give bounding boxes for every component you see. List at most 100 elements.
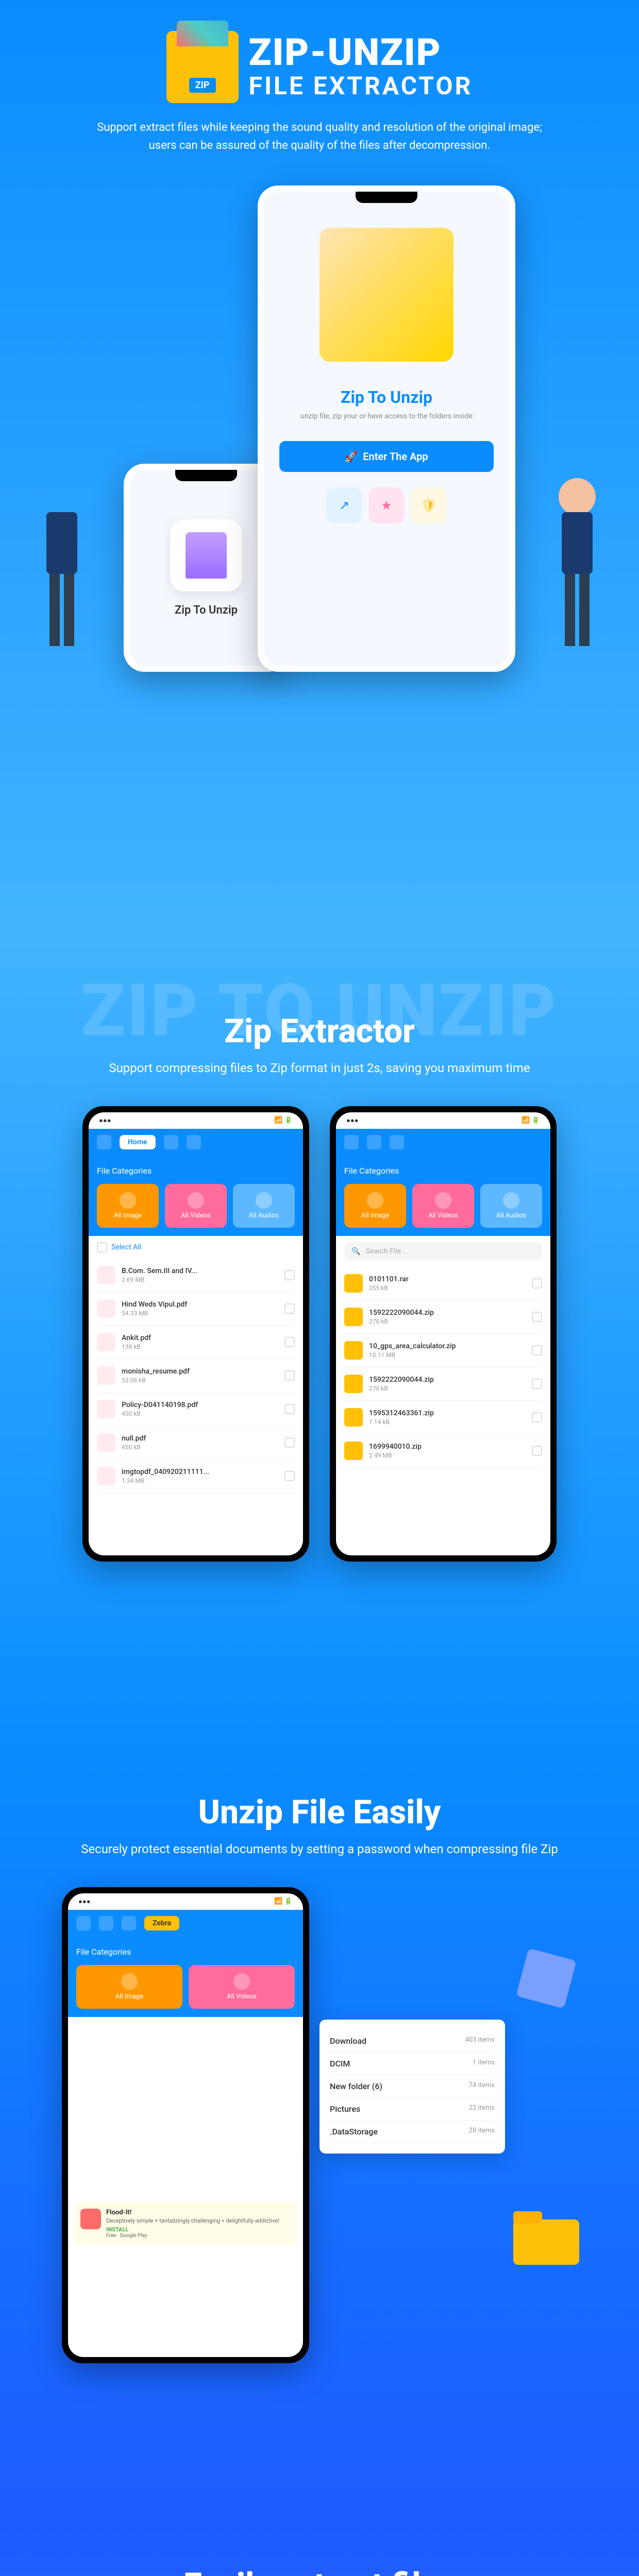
file-checkbox[interactable] <box>532 1379 542 1389</box>
folder-count: 74 items <box>469 2081 495 2091</box>
app-header <box>336 1129 550 1156</box>
welcome-title: Zip To Unzip <box>279 387 494 407</box>
person-illustration-left <box>10 466 113 672</box>
search-input[interactable]: 🔍 Search File... <box>344 1242 542 1261</box>
chip-all-videos[interactable]: All Videos <box>412 1184 474 1228</box>
file-item[interactable]: imgtopdf_040920211111...1.34 MB <box>97 1460 295 1493</box>
file-checkbox[interactable] <box>284 1437 295 1448</box>
image-icon <box>121 1973 138 1990</box>
home-icon[interactable] <box>97 1135 111 1149</box>
file-checkbox[interactable] <box>284 1303 295 1314</box>
chip-label: All Image <box>114 1212 142 1219</box>
home-icon[interactable] <box>76 1916 91 1930</box>
section-title: Unzip File Easily <box>21 1793 618 1832</box>
folder-item[interactable]: Pictures22 items <box>330 2098 495 2121</box>
file-item[interactable]: null.pdf450 kB <box>97 1426 295 1460</box>
folder-icon[interactable] <box>99 1916 113 1930</box>
file-item[interactable]: 1592222090044.zip270 kB <box>344 1300 542 1334</box>
file-item[interactable]: B.Com. Sem.III and IV...2.69 MB <box>97 1259 295 1292</box>
file-size: 53.08 kB <box>122 1377 278 1384</box>
folder-name: DCIM <box>330 2059 350 2069</box>
folder-item[interactable]: New folder (6)74 items <box>330 2075 495 2098</box>
file-size: 2.69 MB <box>122 1276 278 1283</box>
logo-row: ZIP ZIP-UNZIP FILE EXTRACTOR <box>21 31 618 103</box>
phone-file-list: ●●●📶 🔋 Home File Categories All Image Al… <box>82 1106 309 1562</box>
file-size: 7.14 kB <box>369 1418 526 1426</box>
chip-all-audios[interactable]: All Audios <box>480 1184 542 1228</box>
enter-app-button[interactable]: 🚀 Enter The App <box>279 441 494 472</box>
file-checkbox[interactable] <box>532 1278 542 1289</box>
file-size: 255 kB <box>369 1284 526 1292</box>
phone-zip-list: ●●●📶 🔋 File Categories All Image All Vid… <box>330 1106 557 1562</box>
ad-description: Deceptively simple + tantalizingly chall… <box>106 2217 291 2224</box>
file-item[interactable]: Policy-D041140198.pdf450 kB <box>97 1393 295 1426</box>
file-checkbox[interactable] <box>284 1471 295 1481</box>
file-checkbox[interactable] <box>284 1404 295 1414</box>
file-checkbox[interactable] <box>532 1312 542 1322</box>
category-bar: File Categories All Image All Videos All… <box>89 1156 303 1236</box>
folder-item[interactable]: DCIM 1 items <box>330 2053 495 2075</box>
chip-all-audios[interactable]: All Audios <box>233 1184 295 1228</box>
zebra-tab[interactable]: Zebra <box>144 1916 179 1930</box>
folder-count: 1 items <box>473 2059 495 2069</box>
title-stack: ZIP-UNZIP FILE EXTRACTOR <box>249 34 473 100</box>
chip-all-videos[interactable]: All Videos <box>189 1965 295 2009</box>
home-tab[interactable]: Home <box>120 1135 156 1149</box>
folder-item[interactable]: Download403 items <box>330 2030 495 2053</box>
ad-install-button[interactable]: INSTALL <box>106 2226 291 2233</box>
file-checkbox[interactable] <box>284 1270 295 1280</box>
enter-btn-label: Enter The App <box>363 450 428 463</box>
file-name: Hind Weds Vipul.pdf <box>122 1300 278 1309</box>
file-checkbox[interactable] <box>284 1370 295 1381</box>
file-item[interactable]: 0101101.rar255 kB <box>344 1267 542 1300</box>
folder-icon[interactable] <box>164 1135 178 1149</box>
archive-icon[interactable] <box>390 1135 404 1149</box>
file-type-icon <box>97 1266 115 1284</box>
archive-icon[interactable] <box>187 1135 201 1149</box>
file-name: 1699940010.zip <box>369 1443 526 1451</box>
welcome-screen: Zip To Unzip unzip file, zip your or hav… <box>264 192 509 666</box>
file-name: 0101101.rar <box>369 1275 526 1283</box>
file-item[interactable]: 1592222090044.zip270 kB <box>344 1367 542 1401</box>
chip-all-videos[interactable]: All Videos <box>165 1184 227 1228</box>
file-item[interactable]: Hind Weds Vipul.pdf54.33 MB <box>97 1292 295 1326</box>
chip-all-image[interactable]: All Image <box>76 1965 182 2009</box>
file-item[interactable]: 10_gps_area_calculator.zip10.11 MB <box>344 1334 542 1367</box>
file-checkbox[interactable] <box>532 1345 542 1355</box>
decorative-cube <box>515 1947 577 2009</box>
phone-notch <box>356 192 417 203</box>
chip-label: All Videos <box>181 1212 211 1219</box>
select-all-row[interactable]: Select All <box>89 1236 303 1259</box>
home-icon[interactable] <box>344 1135 359 1149</box>
app-header: Home <box>89 1129 303 1156</box>
folder-icon[interactable] <box>367 1135 381 1149</box>
file-name: 1592222090044.zip <box>369 1309 526 1317</box>
settings-button[interactable]: 🛡 <box>411 487 447 523</box>
rocket-icon: 🚀 <box>345 450 358 463</box>
file-list-right: 0101101.rar255 kB 1592222090044.zip270 k… <box>336 1267 550 1468</box>
share-button[interactable]: ↗ <box>326 487 362 523</box>
file-checkbox[interactable] <box>532 1446 542 1456</box>
hero-phones: Zip To Unzip Zip To Unzip unzip file, zi… <box>21 185 618 672</box>
ad-footer: Free · Google Play <box>106 2233 291 2239</box>
file-checkbox[interactable] <box>284 1337 295 1347</box>
ad-banner[interactable]: Flood-It! Deceptively simple + tantalizi… <box>74 2202 297 2245</box>
category-title: File Categories <box>76 1947 295 1957</box>
file-type-icon <box>344 1308 363 1326</box>
file-item[interactable]: Ankit.pdf138 kB <box>97 1326 295 1359</box>
ad-app-icon <box>80 2209 101 2229</box>
welcome-subtitle: unzip file, zip your or have access to t… <box>279 412 494 420</box>
favorite-button[interactable]: ★ <box>368 487 405 523</box>
file-item[interactable]: 1699940010.zip2.49 MB <box>344 1434 542 1468</box>
chip-all-image[interactable]: All Image <box>344 1184 406 1228</box>
chip-all-image[interactable]: All Image <box>97 1184 159 1228</box>
category-title: File Categories <box>97 1166 295 1176</box>
zip-extractor-section: ZIP TO UNZIP Zip Extractor Support compr… <box>0 927 639 1752</box>
app-name-label: Zip To Unzip <box>175 604 238 617</box>
file-item[interactable]: monisha_resume.pdf53.08 kB <box>97 1359 295 1393</box>
section-description: Support compressing files to Zip format … <box>21 1061 618 1075</box>
folder-item[interactable]: .DataStorage28 items <box>330 2121 495 2143</box>
file-checkbox[interactable] <box>532 1412 542 1422</box>
file-item[interactable]: 1595312463361.zip7.14 kB <box>344 1401 542 1434</box>
archive-icon[interactable] <box>122 1916 136 1930</box>
